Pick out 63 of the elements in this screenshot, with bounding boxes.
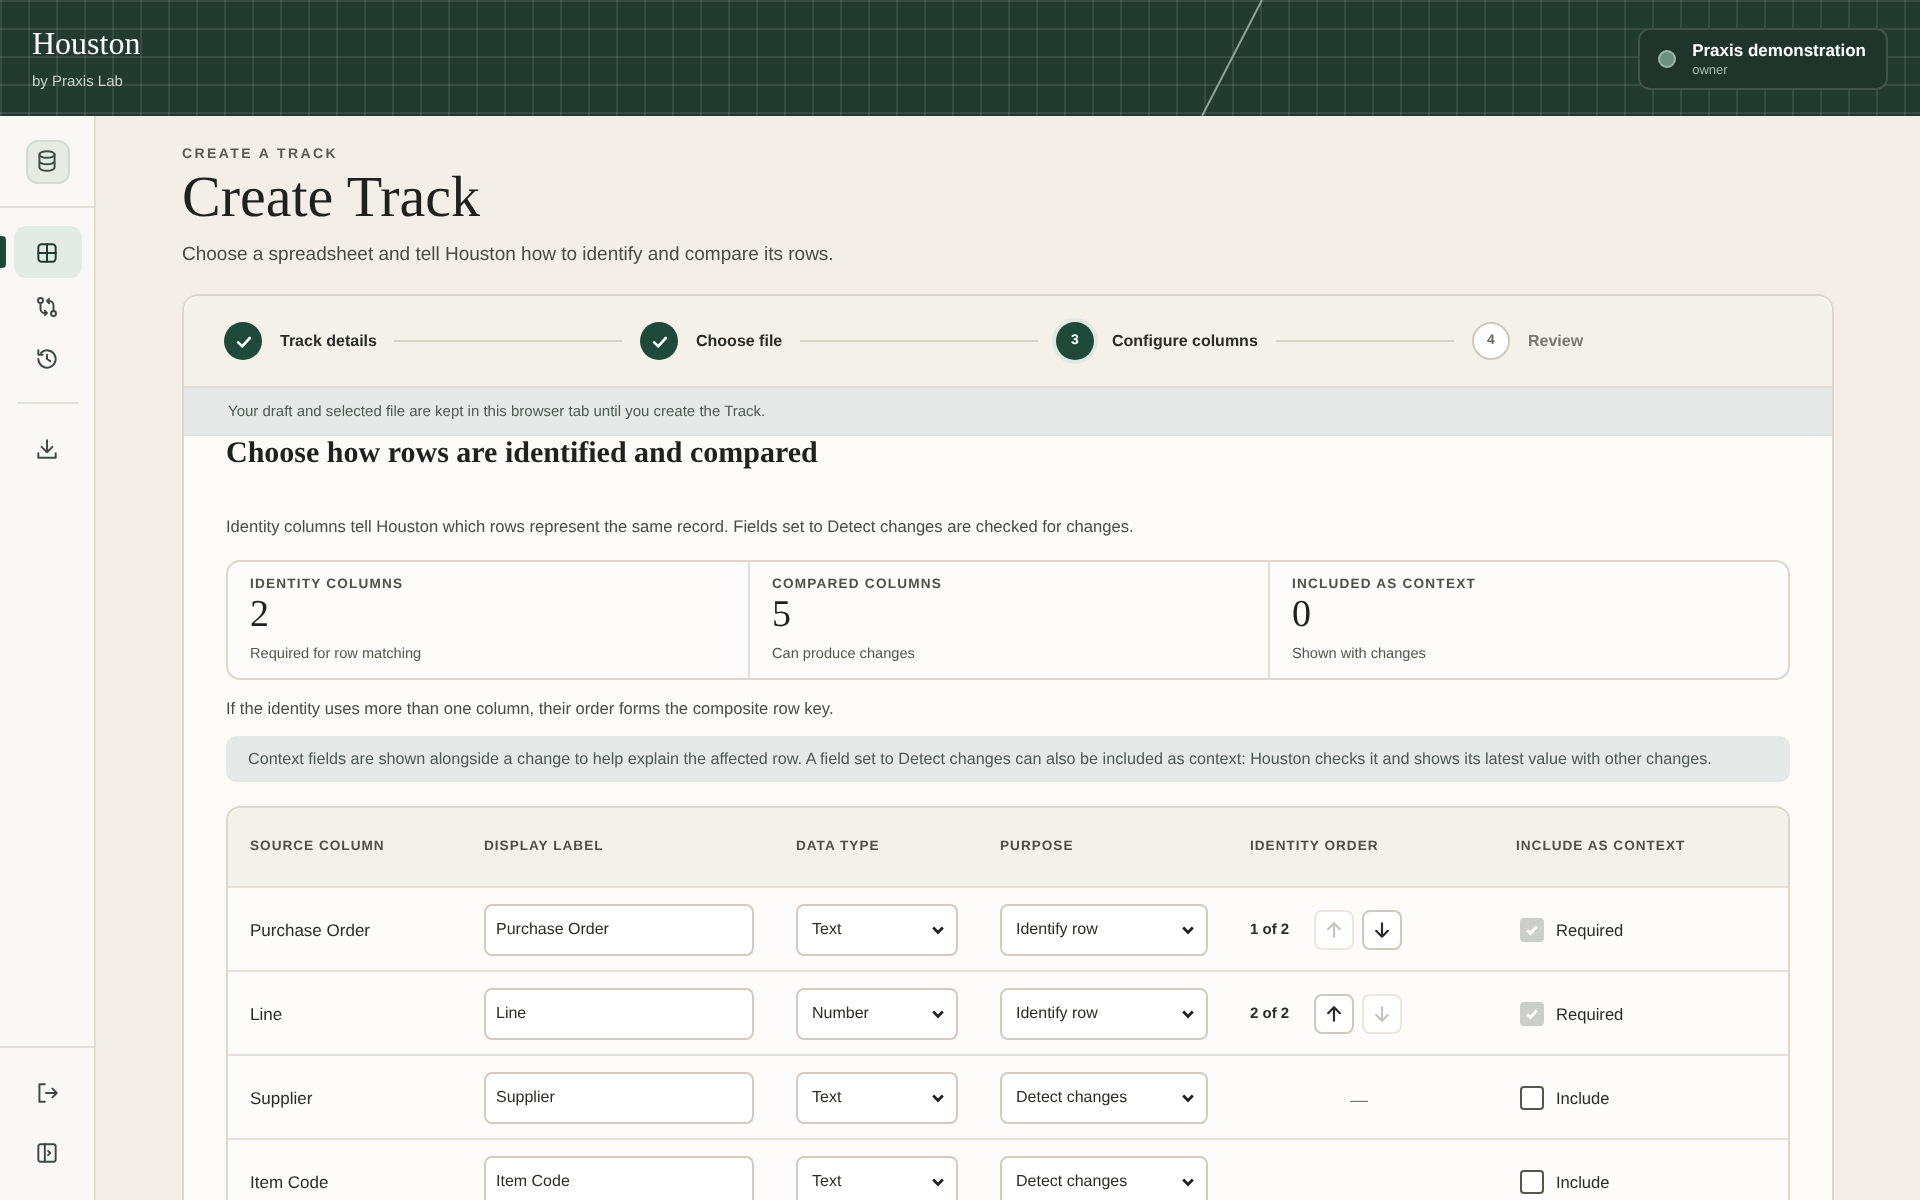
history-icon (34, 345, 60, 371)
stat-value: 5 (772, 594, 793, 638)
data-type-select[interactable]: Text (796, 1071, 958, 1123)
composite-key-note: If the identity uses more than one column, their order forms the composite row key. (226, 698, 836, 718)
section-title: Choose how rows are identified and compared (226, 438, 820, 472)
context-info-banner: Context fields are shown alongside a change to help explain the affected row. A field set to Detect changes can also be included as context: Houston checks it and shows its latest value with other changes. (226, 736, 1790, 782)
grid-nav-button[interactable] (13, 226, 81, 278)
context-label: Include (1556, 1171, 1610, 1191)
diagonal-line (1200, 0, 1264, 116)
include-context-checkbox[interactable] (1520, 1085, 1544, 1109)
grid-icon (34, 239, 60, 265)
data-type-select[interactable]: Text (796, 1155, 958, 1200)
arrow-down-icon (1372, 1003, 1392, 1023)
database-nav-button[interactable] (25, 139, 69, 183)
step-label: Review (1528, 332, 1584, 350)
source-column-name: Line (250, 1003, 285, 1023)
chevron-down-icon (930, 921, 946, 937)
display-label-field[interactable]: Supplier (484, 1071, 754, 1123)
chevron-down-icon (1180, 1173, 1196, 1189)
compare-arrows-icon (34, 293, 60, 319)
display-label-field[interactable]: Purchase Order (484, 903, 754, 955)
chevron-down-icon (1180, 1005, 1196, 1021)
display-label-field[interactable]: Line (484, 987, 754, 1039)
chevron-down-icon (1180, 1089, 1196, 1105)
arrow-down-icon (1372, 919, 1392, 939)
chevron-down-icon (930, 1005, 946, 1021)
data-type-select[interactable]: Text (796, 903, 958, 955)
stat-value: 2 (250, 594, 271, 638)
page-title: Create Track (182, 166, 482, 232)
context-label: Required (1556, 919, 1624, 939)
sidebar-panel-icon (34, 1139, 60, 1165)
intro-text: Identity columns tell Houston which rows represent the same record. Fields set to Detect changes are checked for changes. (226, 516, 1136, 536)
empty-order-dash: — (1348, 1089, 1368, 1109)
purpose-select[interactable]: Detect changes (1000, 1071, 1208, 1123)
account-name: Praxis demonstration (1692, 39, 1866, 59)
include-context-checkbox[interactable] (1520, 1169, 1544, 1193)
arrow-up-icon (1324, 919, 1344, 939)
database-icon (34, 148, 60, 174)
source-column-name: Item Code (250, 1171, 331, 1191)
data-type-select[interactable]: Number (796, 987, 958, 1039)
arrow-up-icon (1324, 1003, 1344, 1023)
chevron-down-icon (930, 1173, 946, 1189)
display-label-field[interactable]: Item Code (484, 1155, 754, 1200)
stat-value: 0 (1292, 594, 1313, 638)
status-dot-icon (1658, 49, 1677, 67)
move-down-button[interactable] (1362, 909, 1402, 949)
source-column-name: Purchase Order (250, 919, 372, 939)
source-column-name: Supplier (250, 1087, 315, 1107)
download-icon (34, 435, 60, 461)
purpose-select[interactable]: Identify row (1000, 903, 1208, 955)
page-subtitle: Choose a spreadsheet and tell Houston how to identify and compare its rows. (182, 244, 836, 266)
purpose-select[interactable]: Identify row (1000, 987, 1208, 1039)
context-label: Required (1556, 1003, 1624, 1023)
logout-icon (34, 1079, 60, 1105)
app-name: Houston (32, 27, 141, 63)
step-label: Configure columns (1112, 332, 1258, 350)
move-up-button[interactable] (1314, 993, 1354, 1033)
purpose-select[interactable]: Detect changes (1000, 1155, 1208, 1200)
step-label: Track details (280, 332, 377, 350)
chevron-down-icon (930, 1089, 946, 1105)
chevron-down-icon (1180, 921, 1196, 937)
step-label: Choose file (696, 332, 783, 350)
context-label: Include (1556, 1087, 1610, 1107)
